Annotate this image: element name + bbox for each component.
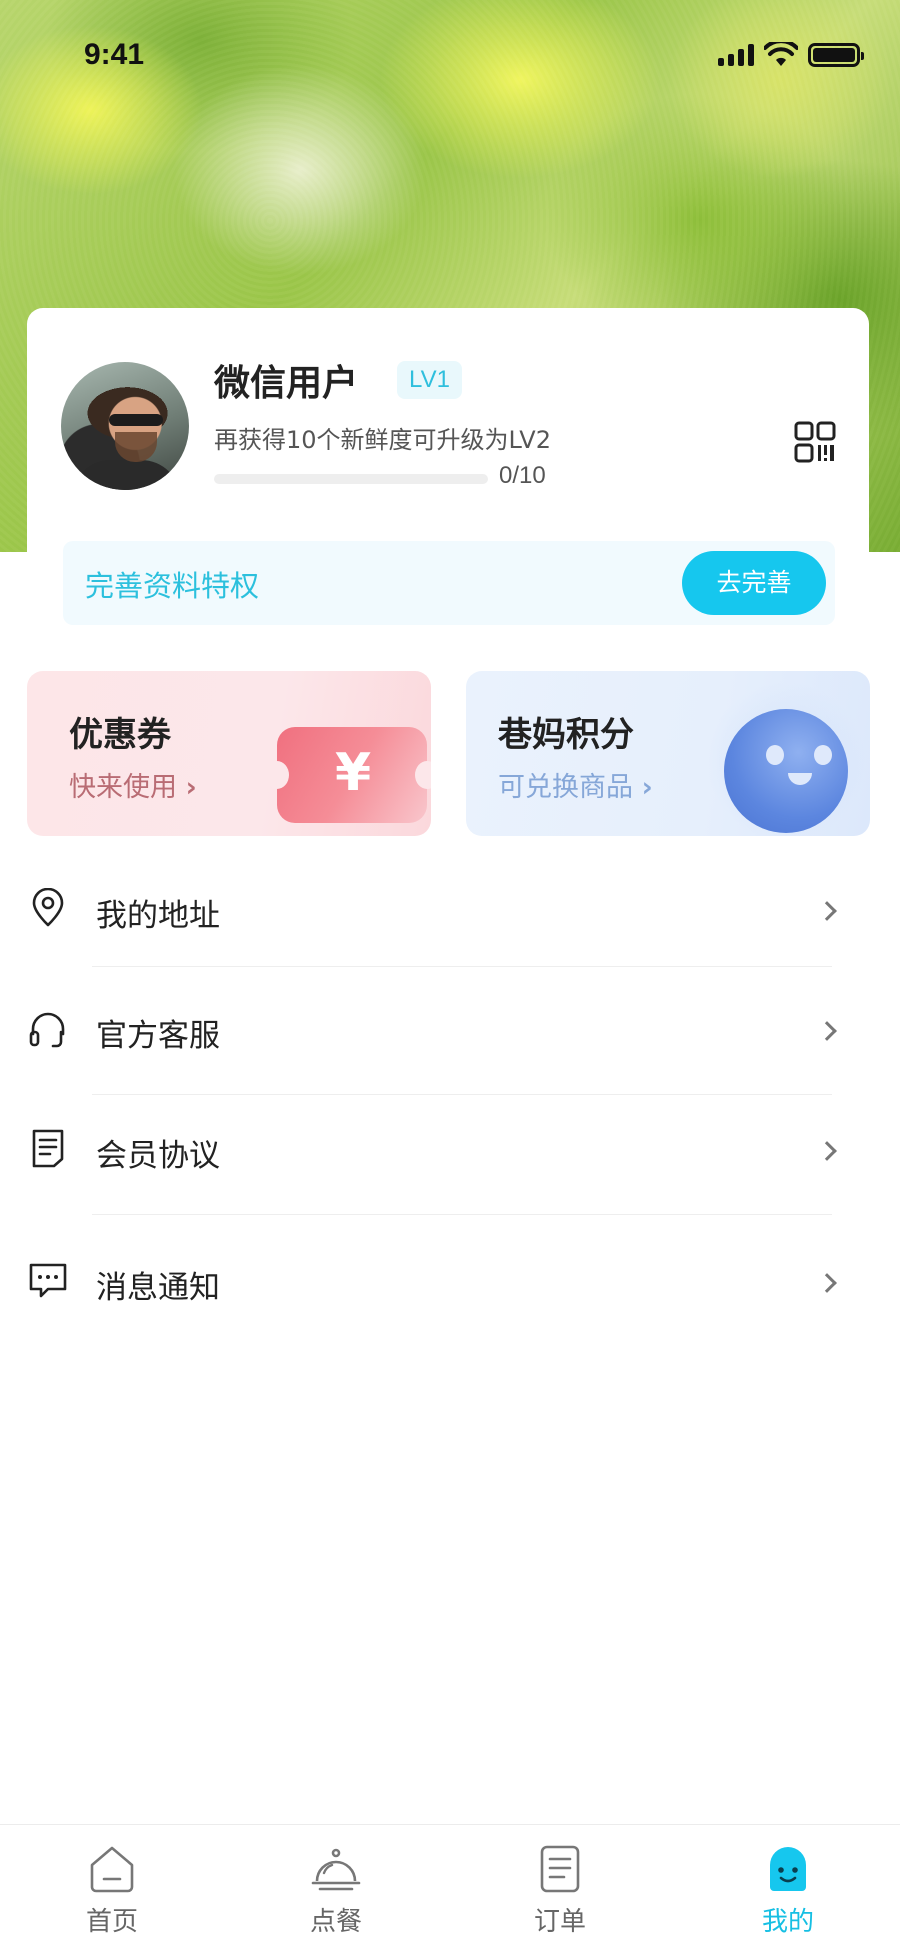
profile-card: 微信用户 LV1 再获得10个新鲜度可升级为LV2 0/10 完善资料特权 去完… [27,308,869,633]
points-card[interactable]: 巷妈积分 可兑换商品 › [466,671,870,836]
chevron-right-icon [817,1021,837,1041]
complete-profile-button[interactable]: 去完善 [682,551,826,615]
coupon-ticket-icon: ¥ [265,727,431,823]
tab-home[interactable]: 首页 [52,1843,172,1938]
menu-label: 消息通知 [96,1270,220,1306]
profile-privilege-banner: 完善资料特权 去完善 [63,541,835,625]
coupon-card[interactable]: 优惠券 快来使用 › ¥ [27,671,431,836]
cellular-signal-icon [718,44,754,66]
menu-item-customer-service[interactable]: 官方客服 [0,976,900,1086]
upgrade-tip: 再获得10个新鲜度可升级为LV2 [214,426,551,454]
tab-label: 首页 [85,1907,138,1937]
privilege-label: 完善资料特权 [85,569,260,603]
avatar[interactable] [61,362,189,490]
user-name: 微信用户 [214,363,359,404]
menu-item-address[interactable]: 我的地址 [0,856,900,966]
document-icon [32,1129,64,1168]
chevron-right-icon [817,901,837,921]
points-subtitle: 可兑换商品 › [498,765,653,804]
menu-item-member-agreement[interactable]: 会员协议 [0,1096,900,1206]
tab-orders[interactable]: 订单 [500,1843,620,1938]
coupon-title: 优惠券 [69,715,171,755]
profile-page: 9:41 微信用户 LV1 再获得10个新鲜度可升级为LV2 0/10 完善资料… [0,0,900,1949]
order-list-icon [540,1845,580,1893]
chevron-right-icon: › [185,772,197,803]
home-icon [90,1846,134,1893]
tab-order-food[interactable]: 点餐 [276,1843,396,1938]
qr-code-icon[interactable] [793,420,837,464]
points-subtitle-text: 可兑换商品 [498,772,633,803]
chevron-right-icon [817,1273,837,1293]
divider [92,966,832,967]
battery-icon [808,43,864,67]
status-bar: 9:41 [0,0,900,110]
location-pin-icon [32,888,64,927]
headset-icon [29,1012,65,1048]
divider [92,1214,832,1215]
smiley-profile-icon [770,1847,806,1891]
bottom-tab-bar: 首页 点餐 订单 我的 [0,1824,900,1949]
tab-mine[interactable]: 我的 [728,1843,848,1938]
menu-label: 会员协议 [96,1138,220,1174]
status-time: 9:41 [84,38,145,71]
menu-item-notifications[interactable]: 消息通知 [0,1228,900,1338]
level-badge: LV1 [397,361,462,399]
tab-label: 订单 [533,1907,586,1937]
coupon-subtitle: 快来使用 › [69,765,197,804]
tab-label: 点餐 [309,1907,362,1937]
cloche-icon [311,1848,361,1891]
status-icons [718,42,864,68]
menu-label: 我的地址 [96,898,220,934]
coupon-subtitle-text: 快来使用 [69,772,177,803]
menu-label: 官方客服 [96,1018,220,1054]
mascot-icon [724,709,848,833]
points-title: 巷妈积分 [498,715,634,755]
wifi-icon [764,42,798,66]
progress-text: 0/10 [499,462,546,489]
yen-symbol: ¥ [335,743,372,803]
level-progress-bar [214,474,488,484]
chevron-right-icon [817,1141,837,1161]
message-icon [29,1263,67,1298]
tab-label: 我的 [761,1907,814,1937]
chevron-right-icon: › [641,772,653,803]
divider [92,1094,832,1095]
